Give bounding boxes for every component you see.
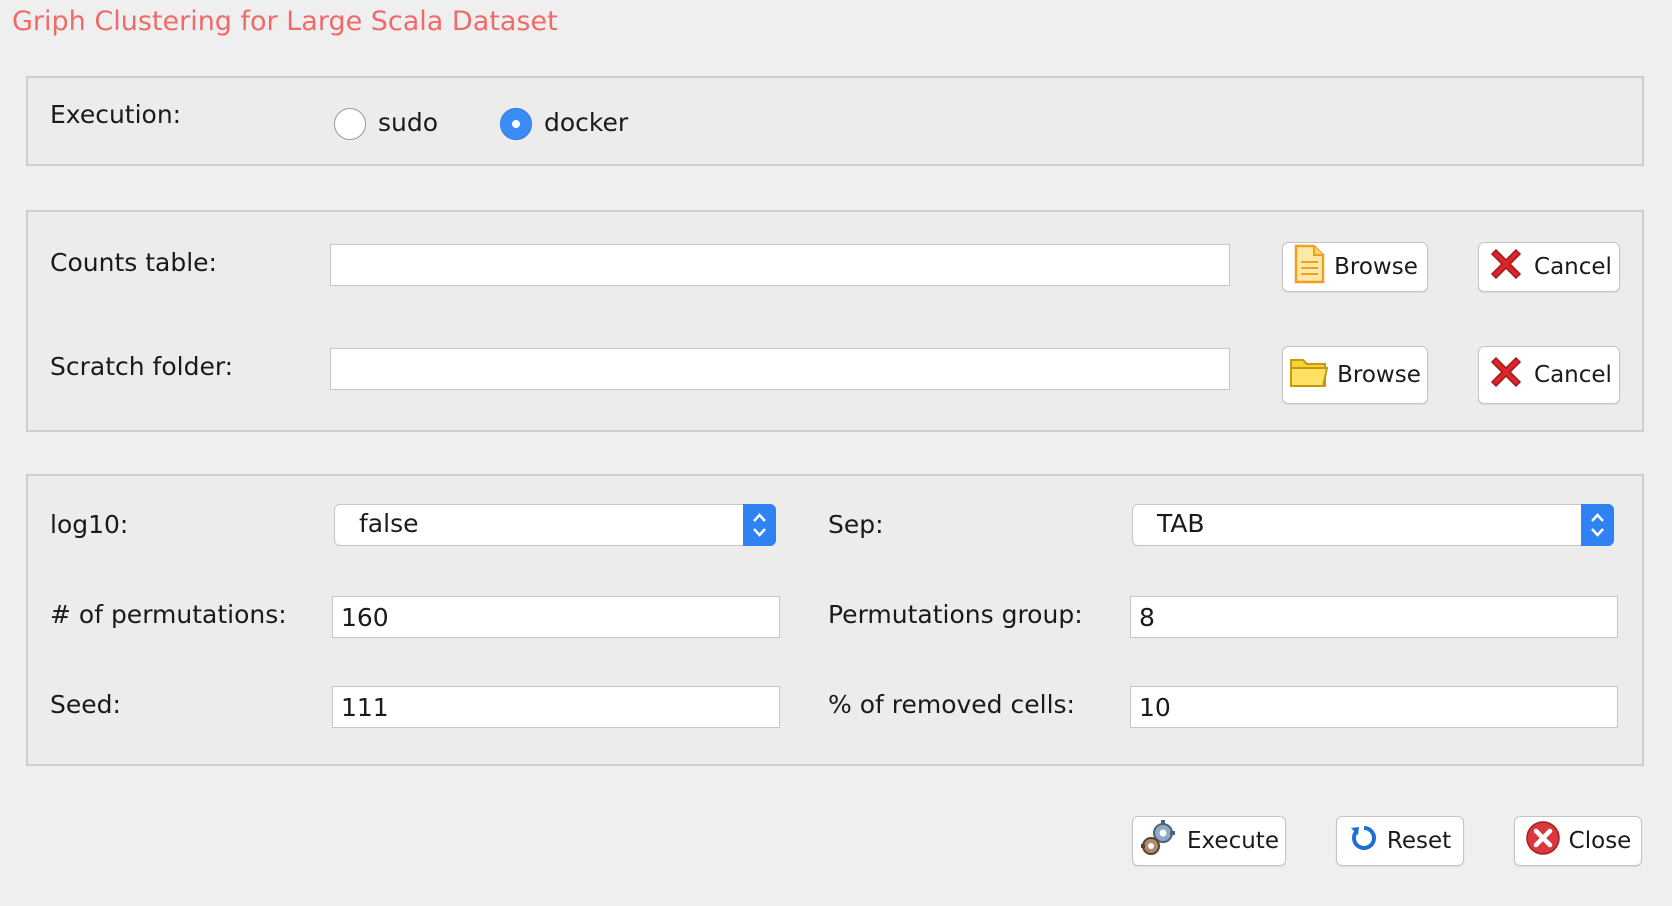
log10-select[interactable]: false (334, 504, 776, 546)
files-panel: Counts table: Browse Cancel Scratch fold… (26, 210, 1644, 432)
refresh-icon (1349, 823, 1379, 859)
log10-value: false (359, 509, 419, 538)
seed-input[interactable]: 111 (332, 686, 780, 728)
scratch-cancel-label: Cancel (1534, 362, 1612, 388)
perm-group-input[interactable]: 8 (1130, 596, 1618, 638)
counts-cancel-button[interactable]: Cancel (1478, 242, 1620, 292)
scratch-browse-button[interactable]: Browse (1282, 346, 1428, 404)
reset-label: Reset (1386, 828, 1452, 854)
execute-button[interactable]: Execute (1132, 816, 1286, 866)
execute-label: Execute (1187, 828, 1279, 854)
red-x-icon (1486, 352, 1526, 398)
execution-panel: Execution: sudo docker (26, 76, 1644, 166)
scratch-folder-label: Scratch folder: (50, 352, 234, 381)
counts-table-input[interactable] (330, 244, 1230, 286)
radio-sudo-label[interactable]: sudo (378, 108, 438, 137)
sep-value: TAB (1157, 509, 1205, 538)
scratch-browse-label: Browse (1337, 362, 1421, 388)
perm-group-label: Permutations group: (828, 600, 1083, 629)
permutations-label: # of permutations: (50, 600, 287, 629)
params-panel: log10: false Sep: TAB # of permutations:… (26, 474, 1644, 766)
log10-label: log10: (50, 510, 129, 539)
document-icon (1292, 244, 1326, 290)
sep-select[interactable]: TAB (1132, 504, 1614, 546)
seed-label: Seed: (50, 690, 121, 719)
close-label: Close (1568, 828, 1632, 854)
execution-label: Execution: (50, 100, 182, 129)
gears-icon (1139, 819, 1179, 863)
red-x-icon (1486, 244, 1526, 290)
radio-docker-label[interactable]: docker (544, 108, 628, 137)
counts-browse-button[interactable]: Browse (1282, 242, 1428, 292)
sep-label: Sep: (828, 510, 884, 539)
counts-table-label: Counts table: (50, 248, 217, 277)
select-arrows-icon (1581, 504, 1614, 546)
scratch-folder-input[interactable] (330, 348, 1230, 390)
radio-docker[interactable] (500, 108, 532, 140)
folder-icon (1289, 354, 1329, 396)
removed-cells-input[interactable]: 10 (1130, 686, 1618, 728)
removed-cells-label: % of removed cells: (828, 690, 1075, 719)
scratch-cancel-button[interactable]: Cancel (1478, 346, 1620, 404)
close-button[interactable]: Close (1514, 816, 1642, 866)
counts-cancel-label: Cancel (1534, 254, 1612, 280)
counts-browse-label: Browse (1334, 254, 1418, 280)
radio-sudo[interactable] (334, 108, 366, 140)
window-title: Griph Clustering for Large Scala Dataset (12, 6, 558, 37)
permutations-input[interactable]: 160 (332, 596, 780, 638)
select-arrows-icon (743, 504, 776, 546)
close-circle-icon (1525, 820, 1561, 862)
reset-button[interactable]: Reset (1336, 816, 1464, 866)
